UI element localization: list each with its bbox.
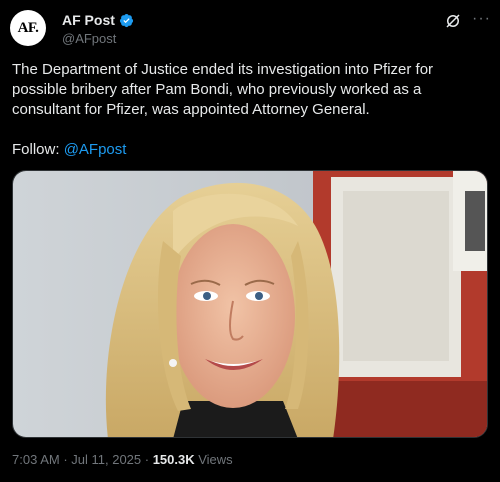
grok-icon[interactable] [444,12,462,30]
author-handle[interactable]: @AFpost [62,31,134,46]
follow-prefix: Follow: [12,141,64,158]
post-image[interactable] [12,170,488,438]
views-count: 150.3K [152,452,195,467]
display-name-row: AF Post [62,12,134,28]
post-text: The Department of Justice ended its inve… [12,61,434,118]
avatar[interactable]: AF. [10,10,46,46]
author-names: AF Post @AFpost [62,12,134,46]
follow-link[interactable]: @AFpost [64,141,127,158]
post-header: AF. AF Post @AFpost ··· [10,10,490,50]
follow-line: Follow: @AFpost [12,140,126,160]
display-name[interactable]: AF Post [62,12,115,28]
verified-badge-icon [119,13,133,27]
post-date[interactable]: Jul 11, 2025 [71,452,141,467]
post-meta: 7:03 AM · Jul 11, 2025 · 150.3K Views [12,452,233,467]
post-time[interactable]: 7:03 AM [12,452,60,467]
portrait-photo [13,171,487,437]
meta-separator: · [59,452,72,467]
more-options-icon[interactable]: ··· [472,11,490,30]
views-label: Views [194,452,233,467]
meta-separator: · [141,452,153,467]
